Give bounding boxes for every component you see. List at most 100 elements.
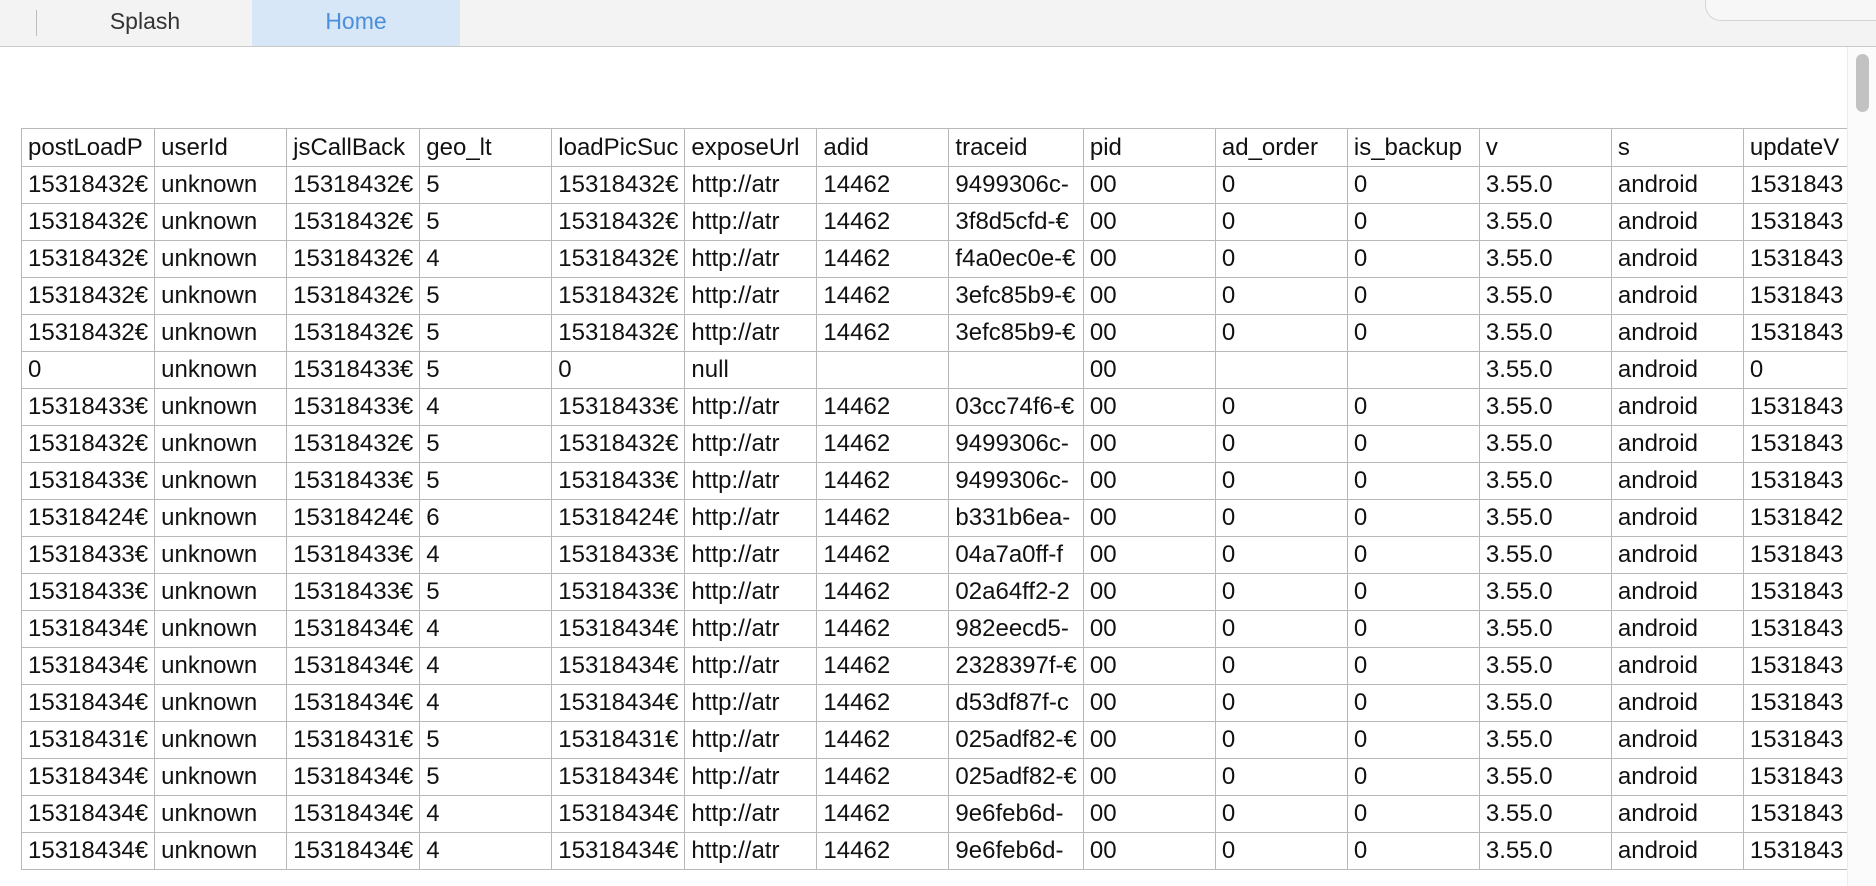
column-header[interactable]: ad_order [1214, 128, 1348, 167]
table-cell: 4 [419, 795, 553, 833]
table-cell: 14462 [816, 721, 950, 759]
table-cell: d53df87f-c [948, 684, 1084, 722]
column-header[interactable]: loadPicSuc [551, 128, 686, 167]
table-cell: 15318434€ [20, 832, 156, 870]
table-cell: 0 [1346, 647, 1480, 685]
table-row[interactable]: 15318434€ unknown 15318434€ 5 15318434€ http:… [20, 758, 1876, 796]
table-cell: 14462 [816, 647, 950, 685]
table-row[interactable]: 15318431€ unknown 15318431€ 5 15318431€ http:… [20, 721, 1876, 759]
table-row[interactable]: 15318433€ unknown 15318433€ 5 15318433€ http:… [20, 462, 1876, 500]
table-row[interactable]: 15318424€ unknown 15318424€ 6 15318424€ http:… [20, 499, 1876, 537]
table-cell: 15318434€ [551, 758, 686, 796]
table-cell: 15318432€ [20, 277, 156, 315]
table-cell: 15318434€ [20, 684, 156, 722]
table-cell: 00 [1082, 314, 1216, 352]
table-row[interactable]: 15318432€ unknown 15318432€ 5 15318432€ http:… [20, 314, 1876, 352]
table-cell: 025adf82-€ [948, 758, 1084, 796]
table-cell: 15318432€ [551, 203, 686, 241]
table-cell: 14462 [816, 425, 950, 463]
column-header[interactable]: adid [816, 128, 950, 167]
column-header[interactable]: traceid [948, 128, 1084, 167]
table-cell: 14462 [816, 203, 950, 241]
column-header[interactable]: v [1478, 128, 1612, 167]
table-cell: 6 [419, 499, 553, 537]
table-row[interactable]: 15318434€ unknown 15318434€ 4 15318434€ http:… [20, 795, 1876, 833]
table-row[interactable]: 15318434€ unknown 15318434€ 4 15318434€ http:… [20, 832, 1876, 870]
table-cell: 0 [1214, 203, 1348, 241]
table-cell: 02a64ff2-2 [948, 573, 1084, 611]
table-cell: 15318431€ [286, 721, 421, 759]
table-row[interactable]: 15318433€ unknown 15318433€ 4 15318433€ http:… [20, 536, 1876, 574]
table-row[interactable]: 0 unknown 15318433€ 5 0 null 00 3.55.0 android 0 [20, 351, 1876, 389]
table-cell: 3.55.0 [1478, 647, 1612, 685]
vertical-scrollbar[interactable] [1847, 47, 1876, 886]
table-cell: 2328397f-€ [948, 647, 1084, 685]
column-header[interactable]: s [1610, 128, 1744, 167]
table-cell: 0 [1214, 462, 1348, 500]
column-header[interactable]: is_backup [1346, 128, 1480, 167]
column-header[interactable]: pid [1082, 128, 1216, 167]
table-cell: 15318434€ [551, 610, 686, 648]
table-cell: 15318432€ [551, 277, 686, 315]
table-cell: 15318433€ [20, 462, 156, 500]
table-cell: 0 [1214, 684, 1348, 722]
table-row[interactable]: 15318434€ unknown 15318434€ 4 15318434€ http:… [20, 610, 1876, 648]
table-cell: http://atr [684, 388, 818, 426]
table-cell: 00 [1082, 388, 1216, 426]
column-header[interactable]: postLoadP [20, 128, 156, 167]
table-cell: 15318424€ [20, 499, 156, 537]
table-cell: 15318433€ [286, 351, 421, 389]
table-cell: 0 [1346, 536, 1480, 574]
column-header[interactable]: jsCallBack [286, 128, 421, 167]
table-row[interactable]: 15318432€ unknown 15318432€ 5 15318432€ http:… [20, 425, 1876, 463]
table-cell: 0 [1214, 166, 1348, 204]
table-cell: http://atr [684, 277, 818, 315]
table-cell: 00 [1082, 166, 1216, 204]
table-row[interactable]: 15318432€ unknown 15318432€ 5 15318432€ http:… [20, 166, 1876, 204]
table-cell: 4 [419, 388, 553, 426]
table-cell: 15318434€ [286, 832, 421, 870]
table-cell: 00 [1082, 277, 1216, 315]
table-row[interactable]: 15318433€ unknown 15318433€ 5 15318433€ http:… [20, 573, 1876, 611]
tab-home[interactable]: Home [252, 0, 460, 46]
table-cell: 3.55.0 [1478, 351, 1612, 389]
table-row[interactable]: 15318433€ unknown 15318433€ 4 15318433€ http:… [20, 388, 1876, 426]
column-header[interactable]: geo_lt [419, 128, 553, 167]
table-cell: 9e6feb6d- [948, 832, 1084, 870]
column-header[interactable]: userId [154, 128, 288, 167]
tab-splash[interactable]: Splash [38, 0, 252, 46]
table-cell: 15318432€ [286, 166, 421, 204]
table-cell: 15318434€ [286, 647, 421, 685]
table-cell: f4a0ec0e-€ [948, 240, 1084, 278]
table-cell: http://atr [684, 573, 818, 611]
table-cell: android [1610, 758, 1744, 796]
table-cell: 15318433€ [551, 388, 686, 426]
table-cell: unknown [154, 647, 288, 685]
table-cell: 14462 [816, 536, 950, 574]
scrollbar-thumb[interactable] [1856, 54, 1869, 112]
table-cell: 15318432€ [551, 240, 686, 278]
table-cell: unknown [154, 721, 288, 759]
table-cell: 15318432€ [286, 240, 421, 278]
table-cell: http://atr [684, 425, 818, 463]
table-row[interactable]: 15318434€ unknown 15318434€ 4 15318434€ http:… [20, 684, 1876, 722]
table-cell: 3.55.0 [1478, 314, 1612, 352]
table-cell: 00 [1082, 610, 1216, 648]
table-cell: 5 [419, 573, 553, 611]
table-cell: 5 [419, 462, 553, 500]
table-cell: 0 [1214, 832, 1348, 870]
table-cell: 0 [551, 351, 686, 389]
table-cell: http://atr [684, 832, 818, 870]
column-header[interactable]: exposeUrl [684, 128, 818, 167]
table-cell: http://atr [684, 536, 818, 574]
table-cell: 0 [1346, 203, 1480, 241]
table-cell: 04a7a0ff-f [948, 536, 1084, 574]
table-row[interactable]: 15318432€ unknown 15318432€ 4 15318432€ http:… [20, 240, 1876, 278]
table-cell: 4 [419, 610, 553, 648]
table-cell: android [1610, 166, 1744, 204]
table-row[interactable]: 15318434€ unknown 15318434€ 4 15318434€ http:… [20, 647, 1876, 685]
table-row[interactable]: 15318432€ unknown 15318432€ 5 15318432€ http:… [20, 203, 1876, 241]
table-cell: 4 [419, 684, 553, 722]
table-row[interactable]: 15318432€ unknown 15318432€ 5 15318432€ http:… [20, 277, 1876, 315]
table-cell: android [1610, 684, 1744, 722]
